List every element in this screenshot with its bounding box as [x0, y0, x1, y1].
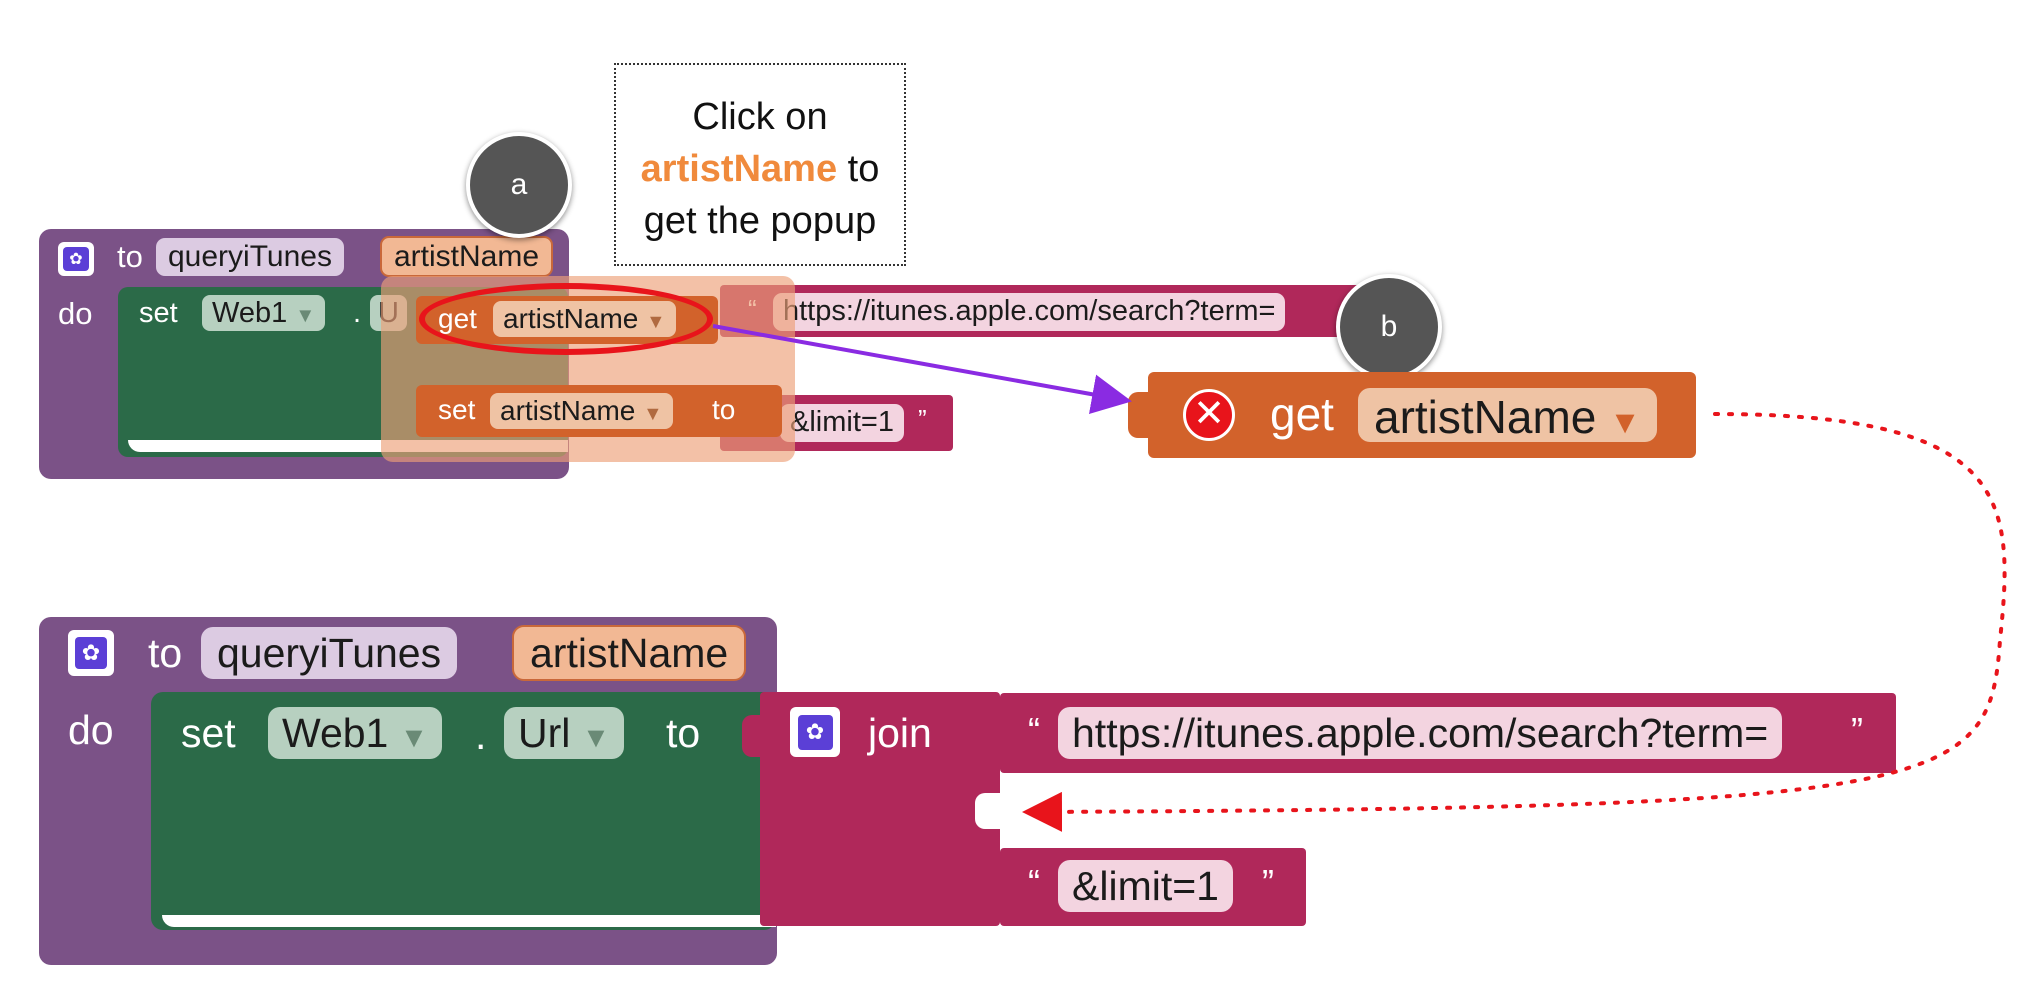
purple-connector-arrow — [712, 324, 1132, 415]
annotation-arrows — [712, 324, 2007, 832]
red-dotted-arrow — [1022, 412, 2007, 832]
